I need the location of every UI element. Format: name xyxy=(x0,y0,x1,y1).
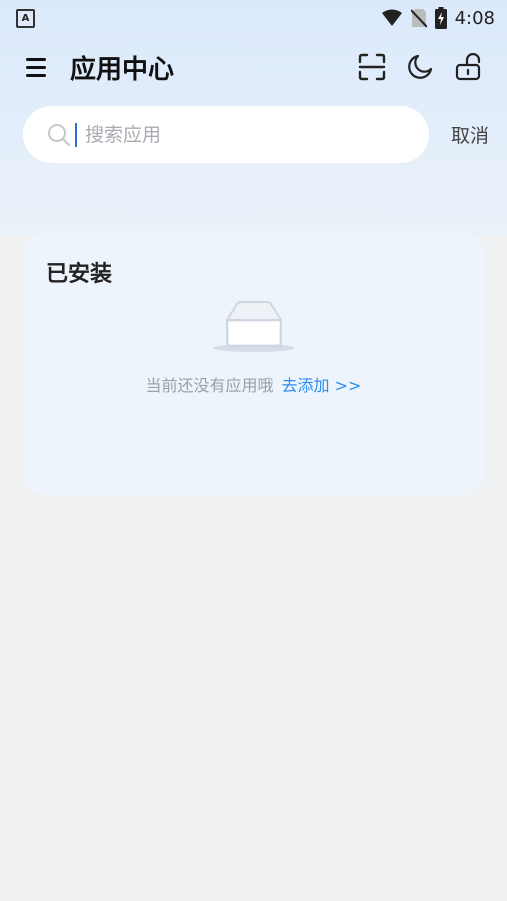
add-apps-link[interactable]: 去添加 >> xyxy=(282,376,362,395)
search-icon xyxy=(48,123,70,146)
search-input[interactable] xyxy=(83,122,387,147)
installed-apps-card: 已安装 当前还没有应用哦 去添加 >> xyxy=(23,232,484,495)
page-title: 应用中心 xyxy=(70,54,175,85)
unlock-icon[interactable] xyxy=(453,52,483,82)
empty-state-row: 当前还没有应用哦 去添加 >> xyxy=(23,372,484,396)
menu-icon[interactable] xyxy=(26,56,50,78)
empty-state-text: 当前还没有应用哦 xyxy=(145,376,274,395)
app-header: 应用中心 xyxy=(0,44,507,90)
notification-a-icon: A xyxy=(16,8,35,28)
search-row: 取消 xyxy=(23,106,489,163)
dark-mode-moon-icon[interactable] xyxy=(405,52,435,82)
cancel-button[interactable]: 取消 xyxy=(451,121,489,148)
no-sim-icon xyxy=(410,9,427,28)
status-time: 4:08 xyxy=(454,7,495,29)
empty-inbox-icon xyxy=(213,301,295,352)
status-bar: A 4:08 xyxy=(0,0,507,36)
wifi-icon xyxy=(381,9,402,26)
search-box[interactable] xyxy=(23,106,429,163)
text-caret xyxy=(75,122,77,147)
scan-icon[interactable] xyxy=(357,52,387,82)
installed-title: 已安装 xyxy=(46,262,113,287)
battery-charging-icon xyxy=(434,7,447,29)
